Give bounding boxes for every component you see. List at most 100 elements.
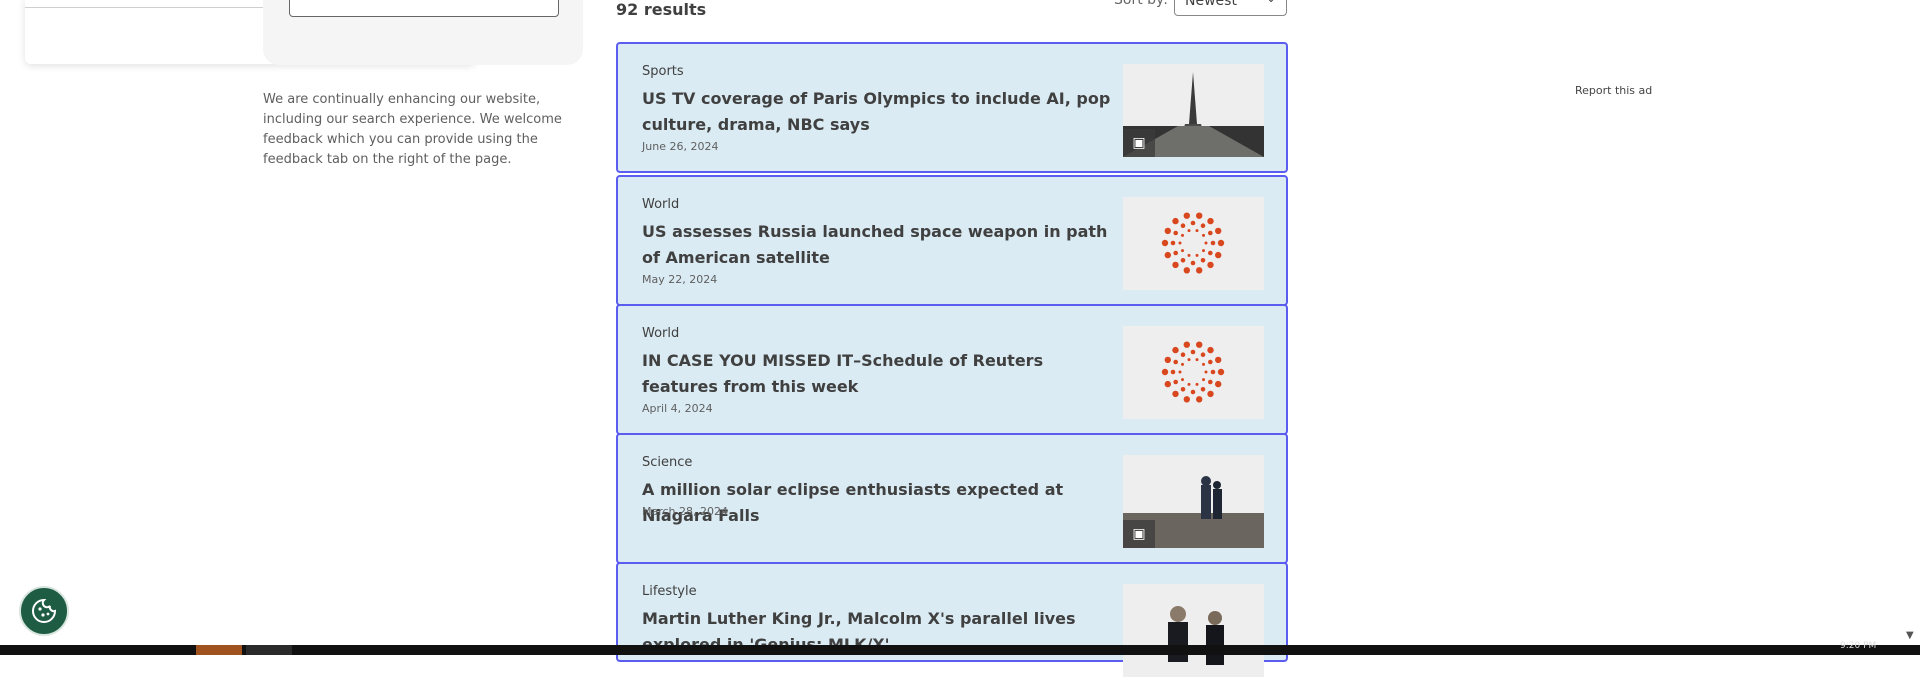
logo-dot (1190, 349, 1196, 355)
sort-label: Sort by: (1114, 0, 1169, 8)
logo-dot (1215, 227, 1222, 235)
result-headline[interactable]: A million solar eclipse enthusiasts expe… (642, 477, 1117, 529)
result-thumbnail[interactable] (1123, 584, 1264, 677)
logo-dot (1172, 261, 1179, 269)
logo-dot (1202, 378, 1205, 382)
logo-dot (1200, 223, 1206, 228)
logo-dot (1181, 378, 1184, 382)
result-card[interactable]: World US assesses Russia launched space … (616, 175, 1288, 306)
os-taskbar: 9:20 PM (0, 641, 1920, 655)
logo-dot (1196, 341, 1203, 348)
logo-dot (1200, 258, 1206, 263)
logo-dot (1187, 229, 1191, 233)
logo-dot (1207, 261, 1214, 269)
reuters-logo-icon (1161, 212, 1225, 274)
logo-dot (1183, 212, 1190, 219)
logo-dot (1173, 359, 1178, 365)
logo-dot (1183, 267, 1190, 274)
logo-dot (1164, 251, 1171, 259)
logo-dot (1180, 258, 1186, 263)
logo-dot (1190, 389, 1196, 395)
logo-dot (1208, 230, 1213, 236)
logo-dot (1187, 382, 1191, 386)
cookie-settings-button[interactable] (19, 586, 69, 636)
taskbar-app-icon[interactable] (246, 645, 292, 655)
sort-select-value: Newest (1185, 0, 1237, 9)
logo-dot (1208, 250, 1213, 256)
scroll-down-icon[interactable]: ▼ (1906, 630, 1914, 641)
logo-dot (1210, 369, 1216, 375)
logo-dot (1215, 356, 1222, 364)
logo-dot (1183, 341, 1190, 348)
taskbar-app-icon[interactable] (196, 645, 242, 655)
result-headline[interactable]: US TV coverage of Paris Olympics to incl… (642, 86, 1117, 138)
logo-dot (1173, 230, 1178, 236)
logo-dot (1173, 250, 1178, 256)
gallery-icon: ▣ (1123, 520, 1155, 548)
logo-dot (1208, 379, 1213, 385)
logo-dot (1180, 223, 1186, 228)
result-card[interactable]: Science A million solar eclipse enthusia… (616, 433, 1288, 564)
cookie-icon (32, 598, 57, 623)
filter-card (263, 0, 583, 65)
logo-dot (1196, 267, 1203, 274)
chevron-down-icon: ⌄ (1266, 0, 1276, 5)
result-section[interactable]: Lifestyle (642, 584, 697, 599)
result-headline[interactable]: IN CASE YOU MISSED IT–Schedule of Reuter… (642, 348, 1117, 400)
filter-date-field[interactable] (289, 0, 559, 17)
logo-dot (1202, 233, 1205, 237)
logo-dot (1172, 217, 1179, 225)
sort-select[interactable]: Newest ⌄ (1174, 0, 1287, 16)
logo-dot (1164, 227, 1171, 235)
taskbar-clock: 9:20 PM (1840, 641, 1877, 651)
logo-dot (1207, 390, 1214, 398)
result-card[interactable]: Sports US TV coverage of Paris Olympics … (616, 42, 1288, 173)
logo-dot (1210, 240, 1216, 246)
report-ad-link[interactable]: Report this ad (1575, 84, 1652, 97)
logo-dot (1207, 217, 1214, 225)
logo-dot (1215, 251, 1222, 259)
result-thumbnail[interactable]: ▣ (1123, 64, 1264, 157)
logo-dot (1178, 370, 1182, 374)
result-card[interactable]: World IN CASE YOU MISSED IT–Schedule of … (616, 304, 1288, 435)
logo-dot (1190, 260, 1196, 266)
result-thumbnail[interactable] (1123, 326, 1264, 419)
logo-dot (1202, 362, 1205, 366)
logo-dot (1172, 346, 1179, 354)
logo-dot (1208, 359, 1213, 365)
logo-dot (1181, 362, 1184, 366)
logo-dot (1202, 249, 1205, 253)
logo-dot (1180, 352, 1186, 357)
logo-dot (1217, 239, 1225, 247)
logo-dot (1183, 396, 1190, 403)
logo-dot (1196, 396, 1203, 403)
logo-dot (1195, 229, 1199, 233)
result-thumbnail[interactable] (1123, 197, 1264, 290)
result-section[interactable]: World (642, 326, 679, 341)
result-date: May 22, 2024 (642, 273, 718, 286)
logo-dot (1195, 358, 1199, 362)
logo-dot (1181, 249, 1184, 253)
logo-dot (1195, 253, 1199, 257)
logo-dot (1170, 240, 1176, 246)
logo-dot (1170, 369, 1176, 375)
result-section[interactable]: World (642, 197, 679, 212)
logo-dot (1190, 220, 1196, 226)
logo-dot (1200, 352, 1206, 357)
logo-dot (1180, 387, 1186, 392)
result-section[interactable]: Sports (642, 64, 684, 79)
results-count: 92 results (616, 0, 707, 19)
mlk-photo (1168, 606, 1224, 665)
logo-dot (1164, 380, 1171, 388)
logo-dot (1187, 358, 1191, 362)
reuters-logo-icon (1161, 341, 1225, 403)
result-headline[interactable]: US assesses Russia launched space weapon… (642, 219, 1117, 271)
logo-dot (1187, 253, 1191, 257)
result-thumbnail[interactable]: ▣ (1123, 455, 1264, 548)
logo-dot (1195, 382, 1199, 386)
result-date: March 28, 2024 (642, 505, 729, 518)
logo-dot (1161, 368, 1169, 376)
result-section[interactable]: Science (642, 455, 692, 470)
logo-dot (1200, 387, 1206, 392)
logo-dot (1173, 379, 1178, 385)
